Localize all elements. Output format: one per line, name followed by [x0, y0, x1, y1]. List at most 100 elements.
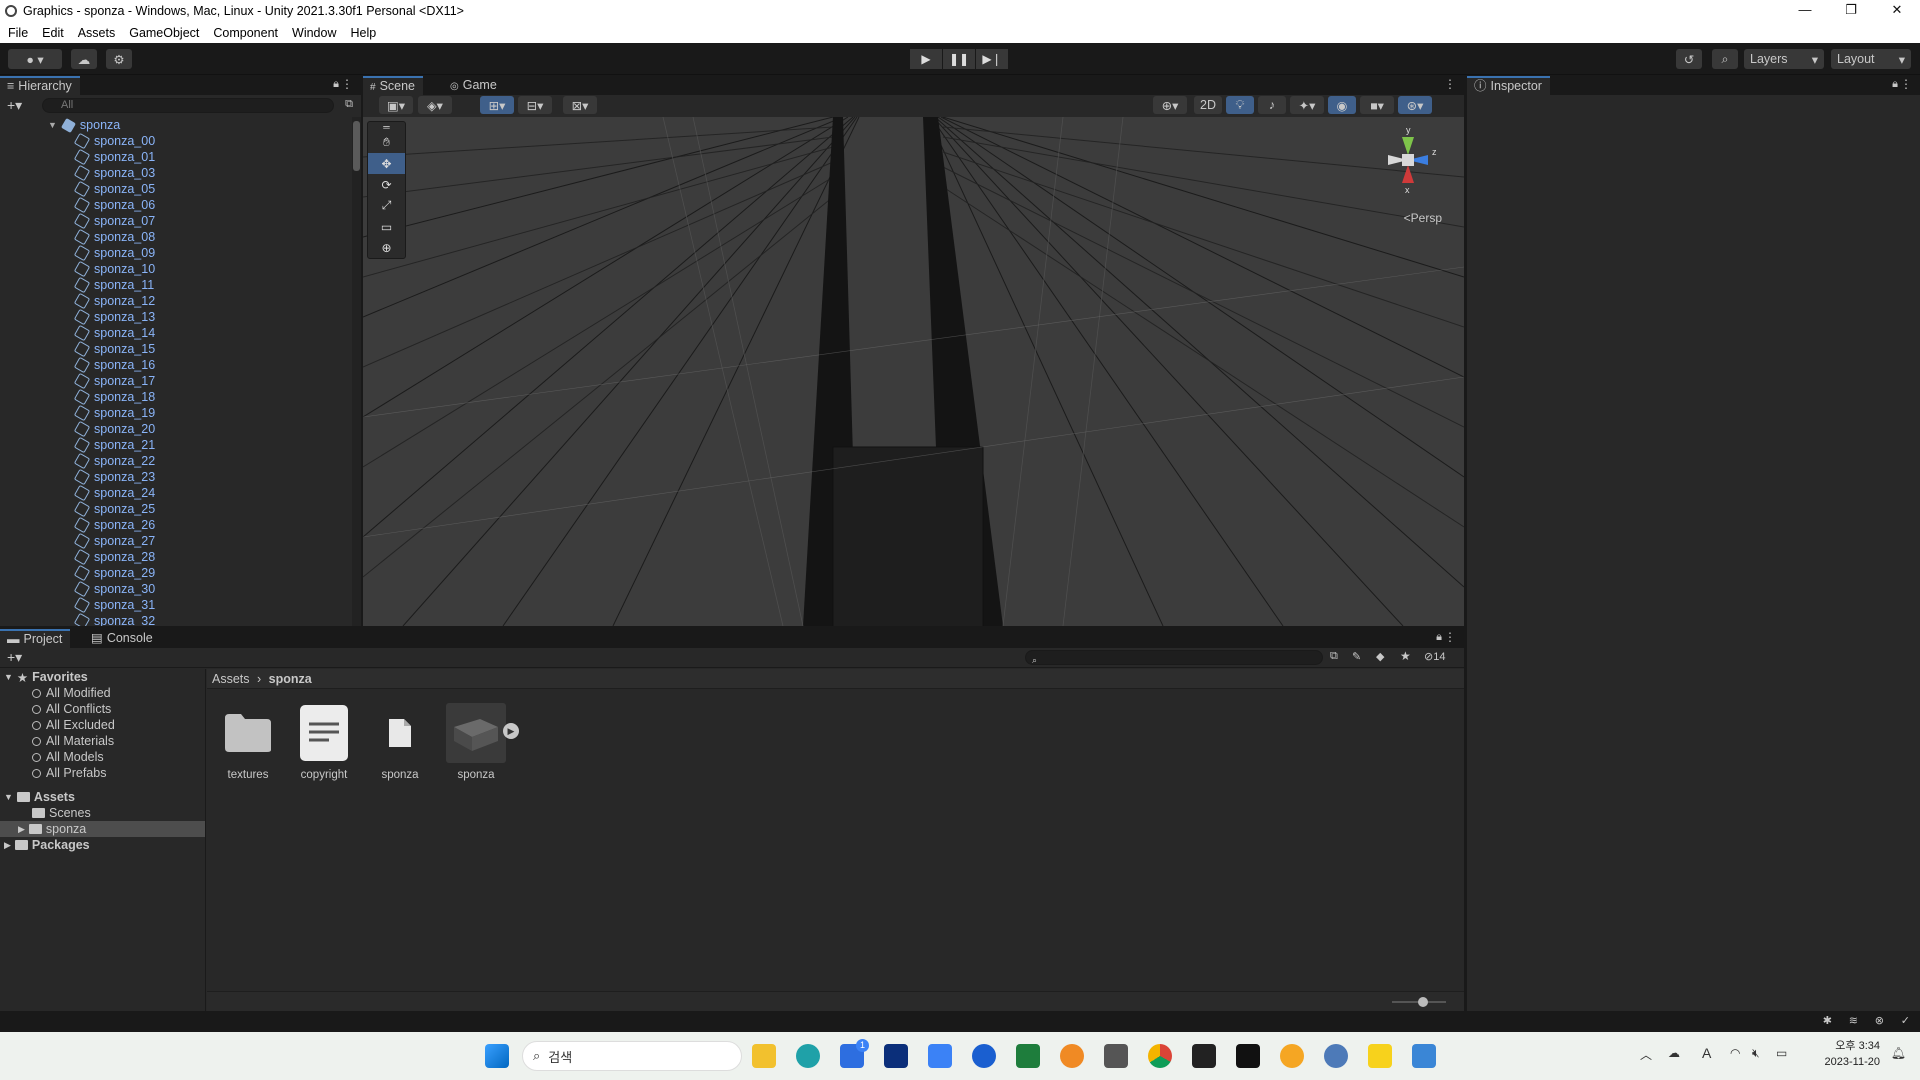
increment-snap-dropdown[interactable]: ⊠▾: [563, 96, 597, 114]
layers-stack-icon[interactable]: ≋: [1849, 1014, 1858, 1027]
play-button[interactable]: ▶: [910, 49, 942, 69]
kebab-menu-icon[interactable]: ⋮: [1444, 77, 1456, 91]
hierarchy-item[interactable]: sponza_24: [0, 484, 352, 502]
lock-icon[interactable]: 🔒︎: [1892, 78, 1898, 91]
account-button[interactable]: ● ▾: [8, 49, 62, 69]
layers-dropdown[interactable]: Layers ▾: [1744, 49, 1824, 69]
render-mode-dropdown[interactable]: ◈▾: [418, 96, 452, 114]
hierarchy-item[interactable]: sponza_30: [0, 580, 352, 598]
tab-project[interactable]: ▬ Project: [0, 629, 71, 648]
2d-toggle[interactable]: 2D: [1194, 96, 1222, 114]
orientation-gizmo[interactable]: y z x: [1368, 125, 1448, 225]
collab-icon[interactable]: ⚙: [106, 49, 132, 69]
grid-toggle[interactable]: ⊟▾: [518, 96, 552, 114]
hierarchy-item[interactable]: sponza_09: [0, 244, 352, 262]
expand-triangle-icon[interactable]: ▼: [48, 120, 57, 130]
layout-dropdown[interactable]: Layout ▾: [1831, 49, 1911, 69]
breadcrumb-assets[interactable]: Assets: [212, 672, 250, 686]
global-toggle[interactable]: ⊕▾: [1153, 96, 1187, 114]
expand-play-icon[interactable]: ▶: [503, 723, 519, 739]
kakaotalk-icon[interactable]: [1368, 1044, 1392, 1068]
hierarchy-item[interactable]: sponza_31: [0, 596, 352, 614]
taskbar-search[interactable]: ⌕ 검색: [522, 1041, 742, 1071]
assets-row[interactable]: ▼ Assets: [0, 789, 205, 805]
pause-button[interactable]: ❚❚: [943, 49, 975, 69]
tree-item-scenes[interactable]: Scenes: [0, 805, 205, 821]
hierarchy-item[interactable]: sponza_13: [0, 308, 352, 326]
step-button[interactable]: ▶❘: [976, 49, 1008, 69]
network-icon[interactable]: ⊗: [1875, 1014, 1884, 1027]
chevron-up-icon[interactable]: ︿: [1640, 1046, 1652, 1063]
hierarchy-item[interactable]: sponza_32: [0, 612, 352, 626]
bell-icon[interactable]: 🔔︎: [1891, 1046, 1906, 1060]
star-icon[interactable]: ★: [1400, 649, 1411, 663]
tab-hierarchy[interactable]: ≡ Hierarchy: [0, 76, 80, 95]
hierarchy-item[interactable]: sponza_20: [0, 420, 352, 438]
hierarchy-item[interactable]: sponza_01: [0, 148, 352, 166]
kebab-menu-icon[interactable]: ⋮: [1900, 77, 1912, 91]
hierarchy-item[interactable]: sponza_22: [0, 452, 352, 470]
cloud-off-icon[interactable]: ☁: [1668, 1046, 1680, 1060]
ime-icon[interactable]: A: [1702, 1045, 1711, 1061]
add-icon[interactable]: +▾: [7, 649, 22, 666]
hierarchy-search-input[interactable]: All: [42, 98, 334, 113]
favorite-item[interactable]: All Models: [0, 749, 205, 765]
messenger-icon[interactable]: [972, 1044, 996, 1068]
hand-tool-icon[interactable]: ✋︎: [368, 132, 405, 153]
project-search-input[interactable]: ⌕: [1025, 650, 1323, 665]
tab-inspector[interactable]: ⓘ Inspector: [1467, 76, 1550, 95]
camera-dropdown[interactable]: ■▾: [1360, 96, 1394, 114]
scale-tool-icon[interactable]: ⤢: [368, 195, 405, 216]
breadcrumb-sponza[interactable]: sponza: [269, 672, 312, 686]
asset-item-sponza-model[interactable]: ▶ sponza: [439, 703, 519, 781]
blender-icon[interactable]: [1060, 1044, 1084, 1068]
tree-item-sponza[interactable]: ▶ sponza: [0, 821, 205, 837]
hierarchy-item[interactable]: sponza_10: [0, 260, 352, 278]
search-app-icon[interactable]: [1280, 1044, 1304, 1068]
menu-component[interactable]: Component: [213, 26, 278, 40]
scrollbar-thumb[interactable]: [353, 121, 360, 171]
wifi-icon[interactable]: ◠: [1730, 1046, 1740, 1060]
hierarchy-item[interactable]: sponza_16: [0, 356, 352, 374]
projection-label[interactable]: <Persp: [1404, 211, 1442, 225]
asset-item-copyright[interactable]: copyright: [287, 703, 361, 781]
hierarchy-scrollbar[interactable]: [352, 117, 361, 626]
minimize-button[interactable]: —: [1782, 0, 1828, 22]
transform-tool-icon[interactable]: ⊕: [368, 237, 405, 258]
draw-mode-dropdown[interactable]: ▣▾: [379, 96, 413, 114]
favorites-row[interactable]: ▼ ★ Favorites: [0, 669, 205, 685]
hierarchy-item[interactable]: sponza_17: [0, 372, 352, 390]
menu-file[interactable]: File: [8, 26, 28, 40]
search-icon[interactable]: ⌕: [1712, 49, 1738, 69]
edge-icon[interactable]: [796, 1044, 820, 1068]
monitor-app-icon[interactable]: [1016, 1044, 1040, 1068]
hierarchy-item[interactable]: sponza_25: [0, 500, 352, 518]
close-button[interactable]: ✕: [1874, 0, 1920, 22]
hierarchy-item[interactable]: sponza_15: [0, 340, 352, 358]
terminal-icon[interactable]: [1236, 1044, 1260, 1068]
hierarchy-item[interactable]: sponza_12: [0, 292, 352, 310]
battery-icon[interactable]: ▭: [1776, 1046, 1787, 1060]
hierarchy-item[interactable]: sponza_23: [0, 468, 352, 486]
bug-icon[interactable]: ✱: [1823, 1014, 1832, 1027]
hierarchy-root-row[interactable]: ▼ sponza: [0, 117, 352, 133]
hierarchy-item[interactable]: sponza_14: [0, 324, 352, 342]
hidden-packages-toggle[interactable]: ⊘14: [1424, 650, 1445, 663]
hierarchy-item[interactable]: sponza_00: [0, 132, 352, 150]
tab-console[interactable]: ▤ Console: [84, 629, 161, 648]
hierarchy-item[interactable]: sponza_06: [0, 196, 352, 214]
snap-toggle[interactable]: ⊞▾: [480, 96, 514, 114]
favorite-item[interactable]: All Excluded: [0, 717, 205, 733]
visibility-toggle[interactable]: ◉: [1328, 96, 1356, 114]
hierarchy-item[interactable]: sponza_27: [0, 532, 352, 550]
menu-edit[interactable]: Edit: [42, 26, 64, 40]
hierarchy-item[interactable]: sponza_26: [0, 516, 352, 534]
effects-dropdown[interactable]: ✦▾: [1290, 96, 1324, 114]
start-icon[interactable]: [485, 1044, 509, 1068]
chrome-icon[interactable]: [1148, 1044, 1172, 1068]
add-icon[interactable]: +▾: [7, 97, 22, 114]
lock-icon[interactable]: 🔒︎: [1436, 631, 1442, 644]
gizmos-dropdown[interactable]: ⊛▾: [1398, 96, 1432, 114]
check-circle-icon[interactable]: ✓: [1901, 1014, 1910, 1027]
hierarchy-item[interactable]: sponza_18: [0, 388, 352, 406]
